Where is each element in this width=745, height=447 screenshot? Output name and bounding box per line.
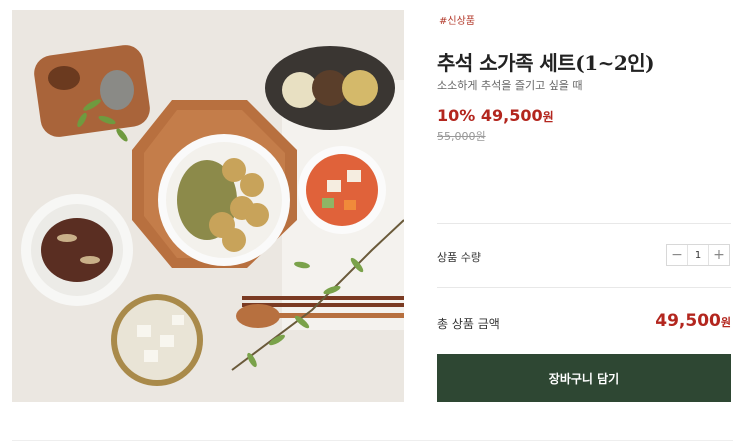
increase-button[interactable]: +: [709, 245, 729, 265]
product-info-panel: #신상품 추석 소가족 세트(1~2인) 소소하게 추석을 즐기고 싶을 때 1…: [437, 0, 731, 447]
quantity-value[interactable]: 1: [687, 245, 709, 265]
original-price: 55,000원: [437, 130, 486, 143]
price-value: 49,500: [480, 106, 543, 125]
add-to-cart-button[interactable]: 장바구니 담기: [437, 354, 731, 402]
discount-rate: 10%: [437, 106, 476, 125]
bottom-divider: [12, 440, 733, 441]
total-price: 49,500원: [655, 311, 731, 331]
total-amount: 49,500: [655, 311, 721, 331]
product-photo: [12, 10, 404, 402]
new-product-tag: #신상품: [439, 16, 475, 27]
quantity-label: 상품 수량: [437, 251, 481, 264]
product-subtitle: 소소하게 추석을 즐기고 싶을 때: [437, 79, 583, 92]
total-unit: 원: [720, 316, 731, 329]
divider: [437, 223, 731, 224]
quantity-stepper[interactable]: − 1 +: [666, 244, 730, 266]
product-title: 추석 소가족 세트(1~2인): [437, 51, 655, 75]
price-unit: 원: [542, 110, 554, 124]
sale-price: 10% 49,500원: [437, 106, 554, 125]
divider: [437, 287, 731, 288]
decrease-button[interactable]: −: [667, 245, 687, 265]
total-label: 총 상품 금액: [437, 317, 500, 331]
